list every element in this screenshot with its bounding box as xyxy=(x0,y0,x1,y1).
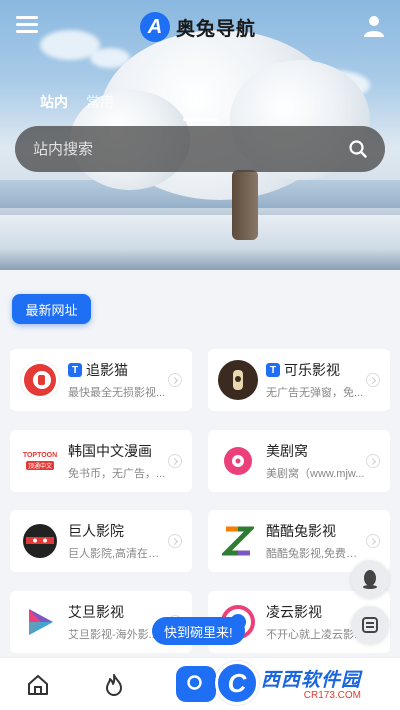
site-desc: 美剧窝（www.mjw... xyxy=(266,468,365,480)
toptoon-logo-subtext: 顶通中文 xyxy=(25,461,54,470)
chevron-right-icon xyxy=(366,454,380,468)
home-icon[interactable] xyxy=(26,673,50,697)
chevron-right-icon xyxy=(168,373,182,387)
search-bar xyxy=(15,126,385,172)
tab-common[interactable]: 常用 xyxy=(86,92,114,112)
tab-site[interactable]: 站内 xyxy=(40,92,68,112)
site-title: 巨人影院 xyxy=(68,523,124,539)
chevron-right-icon xyxy=(366,534,380,548)
site-card-meijuwo[interactable]: 美剧窝 美剧窝（www.mjw... xyxy=(208,430,390,492)
zhuiyingmao-icon xyxy=(20,360,60,400)
site-desc: 最快最全无损影视... xyxy=(68,387,166,399)
search-icon[interactable] xyxy=(349,140,367,158)
watermark-title: 西西软件园 xyxy=(261,670,362,691)
calculator-icon[interactable] xyxy=(351,606,389,644)
qq-icon[interactable] xyxy=(351,560,389,598)
site-desc: 酷酷兔影视,免费提... xyxy=(266,548,366,560)
kele-icon xyxy=(218,360,258,400)
site-desc: 巨人影院,高清在线... xyxy=(68,548,168,560)
search-icon xyxy=(187,675,202,690)
tree-trunk xyxy=(232,170,258,240)
site-title: 可乐影视 xyxy=(284,362,340,378)
latest-sites-button[interactable]: 最新网址 xyxy=(12,294,91,324)
juren-icon xyxy=(20,521,60,561)
kukutu-icon xyxy=(218,521,258,561)
site-title: 追影猫 xyxy=(86,362,128,378)
toptoon-logo-text: TOPTOON xyxy=(22,452,58,459)
t-badge: T xyxy=(266,363,280,377)
snow-ground xyxy=(0,215,400,270)
site-title: 美剧窝 xyxy=(266,443,308,459)
tab-bar: 站内 常用 xyxy=(40,92,114,112)
site-title: 艾旦影视 xyxy=(68,604,124,620)
site-card-juren[interactable]: 巨人影院 巨人影院,高清在线... xyxy=(10,510,192,572)
site-desc: 无广告无弹窗，免... xyxy=(266,387,364,399)
chevron-right-icon xyxy=(168,534,182,548)
app-logo[interactable]: A 奥兔导航 xyxy=(140,12,256,42)
toptoon-icon: TOPTOON 顶通中文 xyxy=(20,441,60,481)
meijuwo-icon xyxy=(218,441,258,481)
site-card-kele[interactable]: T 可乐影视 无广告无弹窗，免... xyxy=(208,349,390,411)
chevron-right-icon xyxy=(168,454,182,468)
t-badge: T xyxy=(68,363,82,377)
menu-icon[interactable] xyxy=(16,16,38,34)
chevron-right-icon xyxy=(366,373,380,387)
fire-icon[interactable] xyxy=(102,673,126,697)
site-title: 凌云影视 xyxy=(266,604,322,620)
aidan-icon xyxy=(20,602,60,642)
watermark: C 西西软件园 CR173.COM xyxy=(215,660,390,706)
user-icon[interactable] xyxy=(364,15,384,37)
app-title: 奥兔导航 xyxy=(176,18,257,40)
site-card-toptoon[interactable]: TOPTOON 顶通中文 韩国中文漫画 免书币，无广告，... xyxy=(10,430,192,492)
watermark-logo: C xyxy=(215,661,259,705)
site-desc: 免书币，无广告，... xyxy=(68,468,166,480)
site-title: 酷酷兔影视 xyxy=(266,523,336,539)
search-input[interactable] xyxy=(33,140,349,158)
site-title: 韩国中文漫画 xyxy=(68,443,152,459)
promo-toast[interactable]: 快到碗里来! xyxy=(152,617,245,645)
site-card-zhuiyingmao[interactable]: T 追影猫 最快最全无损影视... xyxy=(10,349,192,411)
bottom-search-button[interactable] xyxy=(176,666,216,702)
tab-indicator xyxy=(183,118,217,121)
logo-badge: A xyxy=(140,12,170,42)
